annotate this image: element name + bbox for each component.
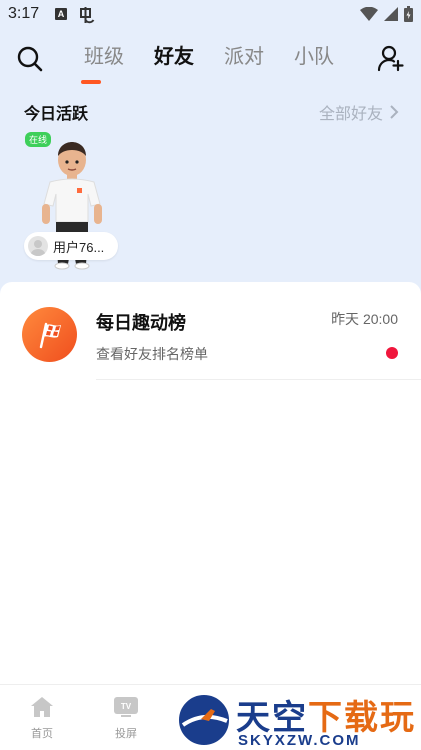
watermark-globe-icon [176, 692, 232, 748]
wifi-icon [360, 7, 378, 21]
all-friends-label: 全部好友 [318, 106, 383, 123]
tv-badge: TV [121, 702, 132, 711]
list-item-subtitle: 查看好友排名榜单 [96, 346, 208, 362]
top-nav: 班级 好友 派对 小队 [0, 36, 421, 86]
tv-icon: TV [114, 697, 138, 717]
status-icons [360, 6, 413, 22]
signal-icon [384, 7, 398, 21]
tab-bar: 班级 好友 派对 小队 [84, 42, 364, 82]
checkered-flag-icon [22, 307, 77, 362]
watermark-logo: 天空下载玩 SKYXZW.COM [176, 690, 421, 750]
tab-class[interactable]: 班级 [84, 42, 154, 82]
list-item-title: 每日趣动榜 [96, 313, 186, 333]
chevron-right-icon [390, 105, 399, 119]
bottom-nav-home[interactable]: 首页 [17, 695, 67, 741]
watermark-url: SKYXZW.COM [238, 732, 361, 749]
unread-dot [386, 347, 398, 359]
online-status-badge: 在线 [25, 132, 52, 147]
app-notification-icon [80, 7, 95, 24]
status-time: 3:17 [8, 5, 40, 22]
list-item-time: 昨天 20:00 [331, 311, 398, 327]
status-bar: 3:17 A [0, 0, 421, 30]
avatar [28, 236, 48, 256]
bottom-nav-cast-label: 投屏 [115, 728, 137, 740]
friend-card[interactable]: 在线 用户76... [24, 128, 120, 272]
battery-icon [404, 6, 413, 22]
search-icon[interactable] [16, 45, 44, 73]
all-friends-link[interactable]: 全部好友 [319, 100, 399, 124]
bottom-nav-home-label: 首页 [31, 728, 53, 740]
home-icon [31, 697, 53, 717]
tab-party[interactable]: 派对 [224, 42, 294, 82]
list-item-daily-rank[interactable]: 每日趣动榜 查看好友排名榜单 昨天 20:00 [0, 282, 421, 380]
friend-name: 用户76... [53, 239, 105, 255]
active-today-title: 今日活跃 [24, 106, 89, 123]
friend-name-chip: 用户76... [24, 232, 118, 260]
translate-icon: A [55, 8, 67, 20]
divider [96, 379, 421, 380]
bottom-nav-cast[interactable]: TV 投屏 [101, 695, 151, 741]
conversation-list: 每日趣动榜 查看好友排名榜单 昨天 20:00 [0, 282, 421, 684]
tab-friends[interactable]: 好友 [154, 42, 224, 82]
tab-squad[interactable]: 小队 [294, 42, 364, 82]
add-friend-icon[interactable] [377, 44, 405, 72]
active-tab-indicator [81, 80, 101, 84]
